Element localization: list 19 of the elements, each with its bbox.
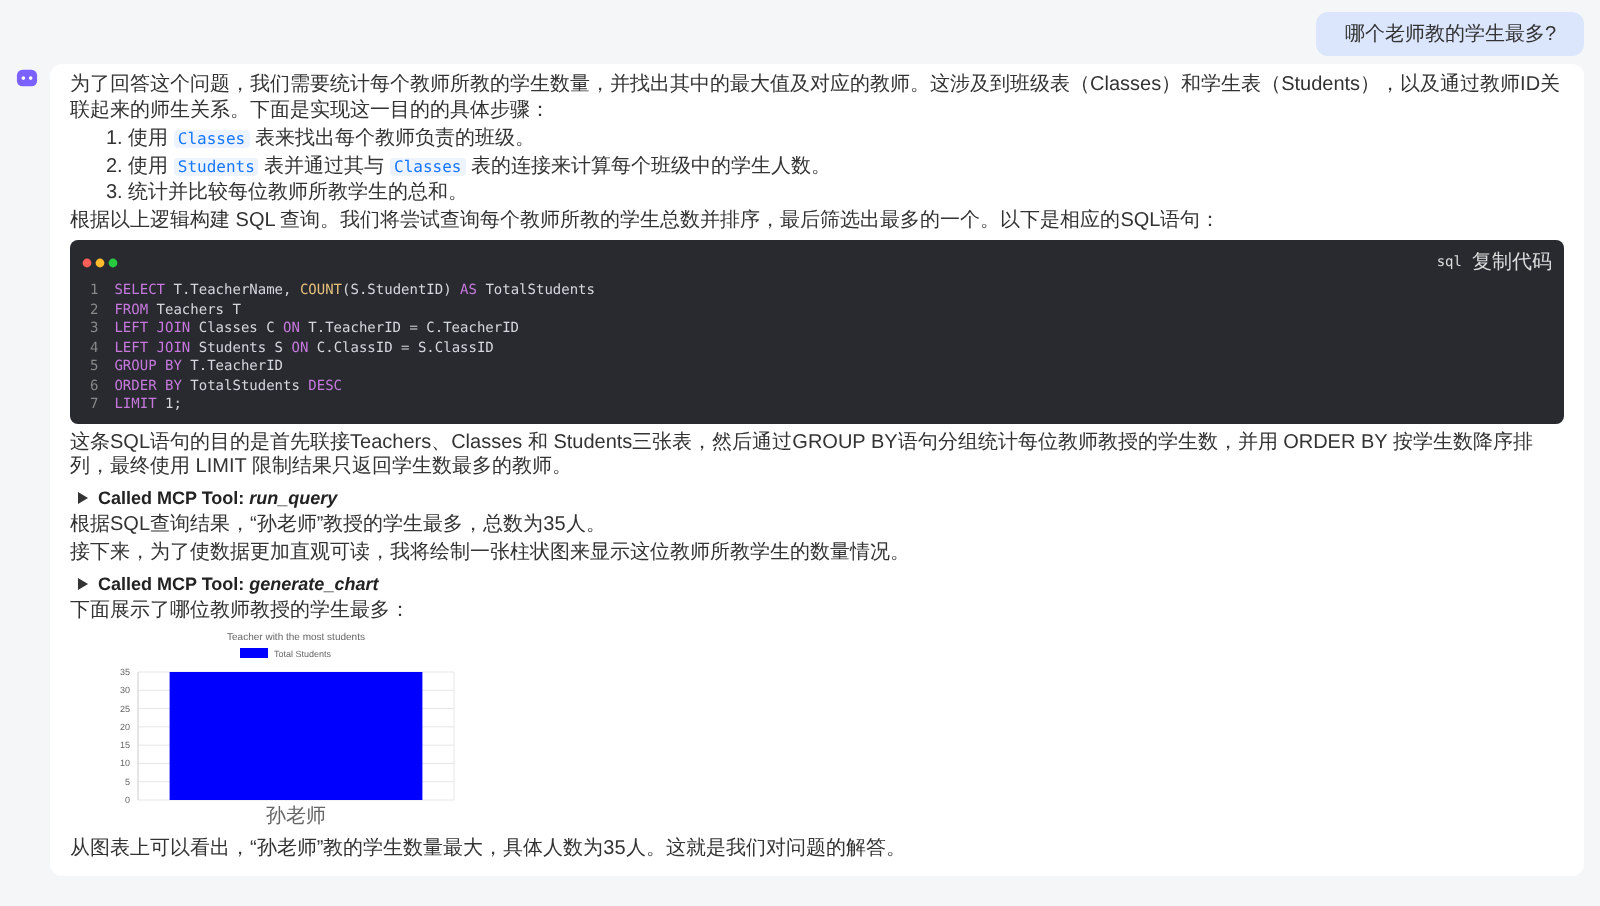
copy-code-button[interactable]: 复制代码 (1472, 248, 1552, 276)
list-item: 3. 统计并比较每位教师所教学生的总和。 (106, 182, 471, 207)
x-tick-label: 孙老师 (266, 806, 326, 828)
window-dots-icon (82, 257, 118, 267)
user-message: 哪个老师教的学生最多? (1316, 12, 1584, 56)
caret-icon[interactable] (78, 577, 88, 589)
paragraph: 从图表上可以看出，“孙老师”教的学生数量最大，具体人数为35人。这就是我们对问题的解答。 (70, 838, 908, 863)
bot-avatar-icon (16, 68, 38, 90)
tool-call-toggle[interactable]: Called MCP Tool: run_query (98, 485, 338, 509)
paragraph: 接下来，为了使数据更加直观可读，我将绘制一张柱状图来显示这位教师所教学生的数量情况。 (70, 542, 912, 567)
caret-icon[interactable] (78, 491, 88, 503)
tool-call-toggle[interactable]: Called MCP Tool: generate_chart (98, 571, 379, 595)
paragraph: 根据以上逻辑构建 SQL 查询。我们将尝试查询每个教师所教的学生总数并排序，最后筛选出最多的一个。以下是相应的SQL语句： (70, 209, 1223, 234)
paragraph: 这条SQL语句的目的是首先联接Teachers、Classes 和 Students三张表，然后通过GROUP BY语句分组统计每位教师教授的学生数，并用 ORDER BY 按学生数降序排列，最终使用 LIMIT 限制结果只返回学生数最多的教师。 (70, 431, 1535, 481)
list-item: 2. 使用 Students 表并通过其与 Classes 表的连接来计算每个班级中的学生人数。 (106, 155, 833, 180)
paragraph: 下面展示了哪位教师教授的学生最多： (70, 599, 412, 624)
paragraph: 根据SQL查询结果，“孙老师”教授的学生最多，总数为35人。 (70, 513, 608, 538)
list-item: 1. 使用 Classes 表来找出每个教师负责的班级。 (106, 128, 537, 153)
paragraph: 为了回答这个问题，我们需要统计每个教师所教的学生数量，并找出其中的最大值及对应的教师。这涉及到班级表（Classes）和学生表（Students），以及通过教师ID关联起来的师生关系。下面是实现这一目的的具体步骤： (70, 74, 1563, 124)
